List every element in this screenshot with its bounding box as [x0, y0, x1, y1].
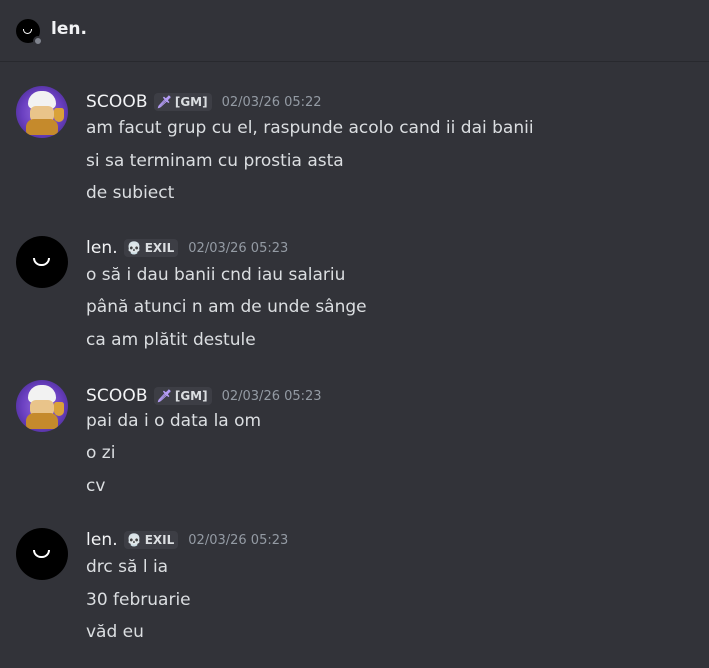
- chef-body-shape: [26, 413, 58, 429]
- message-header: SCOOB 🗡 [GM] 02/03/26 05:22: [86, 90, 322, 114]
- role-tag-label: EXIL: [144, 533, 175, 547]
- message-line: de subiect: [86, 183, 175, 203]
- sword-icon: 🗡: [156, 389, 172, 403]
- message-header: SCOOB 🗡 [GM] 02/03/26 05:23: [86, 384, 322, 408]
- role-tag-label: [GM]: [174, 95, 208, 109]
- chef-body-shape: [26, 119, 58, 135]
- message-header: len. 💀 EXIL 02/03/26 05:23: [86, 528, 288, 552]
- len-avatar[interactable]: [16, 236, 68, 288]
- shield-shape: [54, 402, 64, 416]
- channel-header: len.: [0, 0, 709, 62]
- role-tag[interactable]: 🗡 [GM]: [153, 93, 212, 111]
- message-line: până atunci n am de unde sânge: [86, 297, 367, 317]
- message-line: văd eu: [86, 622, 144, 642]
- len-avatar[interactable]: [16, 528, 68, 580]
- sword-icon: 🗡: [156, 95, 172, 109]
- dm-avatar[interactable]: [16, 19, 43, 46]
- message-group: len. 💀 EXIL 02/03/26 05:23 o să i dau ba…: [0, 236, 709, 376]
- skull-icon: 💀: [126, 241, 142, 255]
- message-group: SCOOB 🗡 [GM] 02/03/26 05:22 am facut gru…: [0, 86, 709, 226]
- smiley-avatar-icon: [23, 29, 32, 34]
- author-name[interactable]: SCOOB: [86, 92, 148, 112]
- message-header: len. 💀 EXIL 02/03/26 05:23: [86, 236, 288, 260]
- smiley-face-icon: [33, 258, 50, 266]
- skull-icon: 💀: [126, 533, 142, 547]
- message-line: drc să l ia: [86, 557, 169, 577]
- message-line: cv: [86, 476, 106, 496]
- smiley-face-icon: [33, 550, 50, 558]
- role-tag[interactable]: 🗡 [GM]: [153, 387, 212, 405]
- dm-title[interactable]: len.: [51, 19, 87, 39]
- message-line: ca am plătit destule: [86, 330, 256, 350]
- message-group: len. 💀 EXIL 02/03/26 05:23 drc să l ia 3…: [0, 528, 709, 668]
- scoob-avatar[interactable]: [16, 86, 68, 138]
- role-tag[interactable]: 💀 EXIL: [123, 239, 179, 257]
- message-line: si sa terminam cu prostia asta: [86, 151, 344, 171]
- scoob-avatar[interactable]: [16, 380, 68, 432]
- role-tag-label: [GM]: [174, 389, 208, 403]
- message-line: 30 februarie: [86, 590, 191, 610]
- role-tag-label: EXIL: [144, 241, 175, 255]
- author-name[interactable]: SCOOB: [86, 386, 148, 406]
- message-line: o zi: [86, 443, 116, 463]
- message-timestamp: 02/03/26 05:23: [188, 240, 289, 256]
- message-line: o să i dau banii cnd iau salariu: [86, 265, 346, 285]
- role-tag[interactable]: 💀 EXIL: [123, 531, 179, 549]
- message-group: SCOOB 🗡 [GM] 02/03/26 05:23 pai da i o d…: [0, 380, 709, 520]
- message-timestamp: 02/03/26 05:23: [188, 532, 289, 548]
- offline-status-icon: [33, 36, 43, 46]
- message-timestamp: 02/03/26 05:23: [221, 388, 322, 404]
- message-timestamp: 02/03/26 05:22: [221, 94, 322, 110]
- author-name[interactable]: len.: [86, 238, 118, 258]
- shield-shape: [54, 108, 64, 122]
- message-line: am facut grup cu el, raspunde acolo cand…: [86, 118, 534, 138]
- author-name[interactable]: len.: [86, 530, 118, 550]
- message-line: pai da i o data la om: [86, 411, 262, 431]
